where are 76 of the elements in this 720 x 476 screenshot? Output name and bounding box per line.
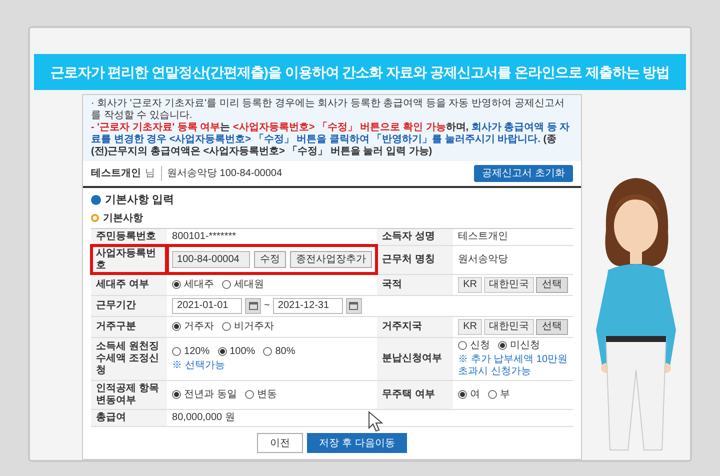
radio-button[interactable] — [222, 280, 232, 289]
subsection-title: 기본사항 — [103, 212, 143, 226]
note-text: ※ 선택가능 — [172, 360, 226, 372]
radio-label: 전년과 동일 — [184, 388, 237, 400]
radio-button[interactable] — [172, 347, 182, 356]
country-code: KR — [458, 276, 482, 292]
country-name: 대한민국 — [484, 318, 534, 334]
company-text: 원서송악당 100-84-00004 — [161, 166, 282, 181]
select-button[interactable]: 선택 — [536, 318, 568, 334]
radio-button[interactable] — [222, 322, 232, 331]
note-text: ※ 추가 납부세액 10만원 초과시 신청가능 — [458, 354, 568, 378]
cursor-icon — [368, 411, 384, 433]
honorific-text: 님 — [145, 167, 155, 181]
calendar-button[interactable] — [346, 298, 362, 314]
radio-label: 신청 — [470, 340, 490, 352]
nav-button[interactable]: 이전 — [257, 433, 304, 453]
business-number-field[interactable]: 100-84-00004 — [172, 251, 250, 268]
nav-button[interactable]: 저장 후 다음이동 — [307, 433, 407, 453]
radio-button[interactable] — [172, 280, 182, 289]
notice-text: - '근로자 기초자료' 등록 여부는 <사업자등록번호> 「수정」 버튼으로 확인 가능하며, 회사가 총급여액 등 자료를 변경한 경우 <사업자등록번호> 「수정」 버튼을 클릭하여 「반영하기」를 눌러주시기 바랍니다. (종(전)근무지의 총급여액은 <사업자등록번호> 「수정」 버튼을 눌러 입력 가능) — [91, 122, 571, 158]
radio-label: 120% — [184, 346, 210, 358]
field-value: 80,000,000 원 — [172, 412, 235, 422]
separator-text: ~ — [264, 300, 270, 312]
radio-button[interactable] — [244, 390, 254, 399]
field-label: 근무처 명칭 — [377, 245, 454, 274]
bullet-icon — [91, 214, 99, 222]
field-label: 총급여 — [91, 409, 168, 426]
select-button[interactable]: 선택 — [536, 276, 568, 292]
radio-button[interactable] — [172, 390, 182, 399]
notice-text: · 회사가 '근로자 기초자료'를 미리 등록한 경우에는 회사가 등록한 총급여액 등을 자동 반영하여 공제신고서를 작성할 수 있습니다. — [91, 98, 566, 122]
field-label: 근무기간 — [91, 295, 168, 316]
field-value: 원서송악당 — [458, 254, 508, 264]
calendar-icon — [349, 301, 358, 310]
field-label: 거주구분 — [91, 316, 168, 337]
field-label: 분납신청여부 — [377, 337, 454, 380]
radio-label: 미신청 — [510, 340, 540, 352]
radio-label: 세대원 — [234, 278, 264, 290]
radio-label: 여 — [470, 388, 480, 400]
radio-label: 부 — [500, 388, 510, 400]
field-label: 사업자등록번호 — [91, 245, 168, 274]
field-label: 인적공제 항목 변동여부 — [91, 380, 168, 409]
section-title: 기본사항 입력 — [105, 193, 174, 208]
radio-label: 80% — [275, 346, 296, 358]
radio-label: 100% — [230, 346, 256, 358]
date-field[interactable]: 2021-01-01 — [172, 298, 242, 314]
reset-button[interactable]: 공제신고서 초기화 — [474, 165, 573, 182]
radio-label: 세대주 — [184, 278, 214, 290]
radio-button[interactable] — [458, 341, 468, 350]
field-label: 무주택 여부 — [377, 380, 454, 409]
calendar-icon — [248, 301, 258, 310]
field-label: 소득세 원천징수세액 조정신청 — [91, 337, 168, 380]
form-button[interactable]: 종전사업장추가 — [290, 251, 372, 268]
field-value: 800101-******* — [172, 230, 236, 242]
date-field[interactable]: 2021-12-31 — [272, 298, 343, 314]
field-label: 거주지국 — [377, 316, 454, 337]
field-label: 소득자 성명 — [377, 228, 454, 245]
field-label: 세대주 여부 — [91, 274, 168, 295]
section-icon — [91, 195, 101, 206]
radio-button[interactable] — [218, 347, 227, 356]
user-name: 테스트개인 — [91, 167, 141, 181]
radio-button[interactable] — [498, 341, 508, 350]
radio-button[interactable] — [488, 390, 498, 399]
title-banner: 근로자가 편리한 연말정산(간편제출)을 이용하여 간소화 자료와 공제신고서를 온라인으로 제출하는 방법 — [34, 54, 686, 90]
radio-label: 변동 — [256, 388, 277, 400]
radio-button[interactable] — [458, 390, 468, 399]
field-label: 주민등록번호 — [91, 228, 168, 245]
field-label: 국적 — [377, 274, 454, 295]
calendar-button[interactable] — [245, 298, 262, 314]
country-name: 대한민국 — [484, 276, 534, 292]
radio-label: 비거주자 — [234, 320, 274, 332]
country-code: KR — [458, 318, 482, 334]
radio-button[interactable] — [263, 347, 272, 356]
radio-label: 거주자 — [184, 320, 214, 332]
field-value: 테스트개인 — [458, 230, 508, 242]
radio-button[interactable] — [172, 322, 182, 331]
form-button[interactable]: 수정 — [254, 251, 286, 268]
